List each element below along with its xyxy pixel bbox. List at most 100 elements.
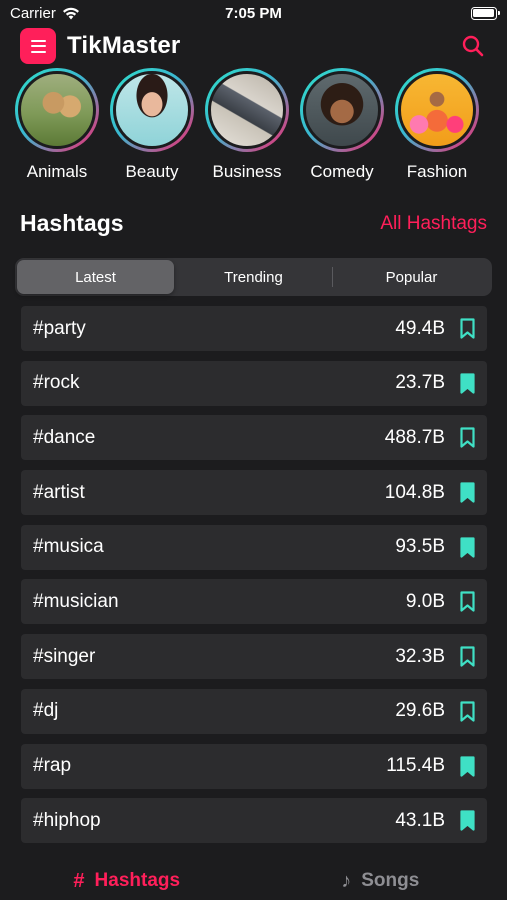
hashtag-row[interactable]: #musician 9.0B [21,579,487,625]
hashtag-row[interactable]: #dance 488.7B [21,415,487,461]
bookmark-button[interactable] [459,810,475,832]
status-bar: Carrier 7:05 PM [0,0,507,26]
bookmark-button[interactable] [459,591,475,613]
category-track: Animals Beauty Business Comedy Fashion [0,68,507,182]
segment-popular[interactable]: Popular [333,260,490,294]
hamburger-icon-line [30,39,46,42]
search-button[interactable] [459,32,487,60]
bookmark-button[interactable] [459,536,475,558]
section-title: Hashtags [20,210,124,236]
tab-bar: # Hashtags ♪ Songs [0,862,507,900]
music-note-icon: ♪ [341,869,352,892]
category-avatar [15,68,99,152]
category-label: Beauty [125,162,179,181]
hashtag-count: 9.0B [405,590,445,612]
hashtag-row[interactable]: #rock 23.7B [21,360,487,406]
tab-label: Hashtags [94,870,181,891]
category-item-animals[interactable]: Animals [15,68,99,182]
hashtag-count: 93.5B [395,536,445,558]
battery-icon [470,6,500,20]
all-hashtags-link[interactable]: All Hashtags [380,213,487,235]
hashtag-name: #hiphop [33,809,101,831]
hash-icon: # [73,869,85,892]
bookmark-icon [459,701,475,722]
bookmark-filled-icon [459,482,475,503]
category-image [18,71,96,149]
category-label: Animals [26,162,88,181]
carrier-label: Carrier [10,4,56,22]
category-item-business[interactable]: Business [205,68,289,182]
bookmark-button[interactable] [459,755,475,777]
bookmark-button[interactable] [459,700,475,722]
bookmark-filled-icon [459,373,475,394]
category-image [303,71,381,149]
menu-button[interactable] [20,28,56,64]
category-label: Business [212,162,282,181]
category-image [113,71,191,149]
category-carousel[interactable]: Animals Beauty Business Comedy Fashion [0,68,507,186]
hashtag-row[interactable]: #rap 115.4B [21,743,487,789]
hashtag-count: 115.4B [386,755,445,776]
tab-label: Songs [361,870,420,891]
bookmark-filled-icon [459,755,475,777]
hashtag-count: 488.7B [384,426,445,448]
category-item-comedy[interactable]: Comedy [300,68,384,182]
tab-songs[interactable]: ♪ Songs [254,862,507,900]
hashtag-count: 104.8B [384,481,445,503]
status-right [377,6,500,20]
category-avatar [205,68,289,152]
bookmark-filled-icon [459,810,475,831]
bookmark-icon [459,318,475,339]
wifi-icon [62,7,79,19]
hashtag-name: #artist [33,481,85,503]
bookmark-button[interactable] [459,318,475,340]
bookmark-icon [459,591,475,613]
segment-latest[interactable]: Latest [17,260,174,294]
bookmark-icon [459,646,475,667]
tab-hashtags[interactable]: # Hashtags [0,862,254,900]
hamburger-icon-line [30,50,46,53]
segment-trending[interactable]: Trending [175,260,332,294]
hashtag-name: #musician [33,590,119,612]
search-icon [462,35,484,57]
category-label: Comedy [310,162,374,181]
category-avatar [300,68,384,152]
category-item-beauty[interactable]: Beauty [110,68,194,182]
status-time: 7:05 PM [225,4,282,22]
app-header: TikMaster [0,26,507,66]
hashtag-list[interactable]: #party 49.4B #rock 23.7B #dance 488.7B #artist… [21,306,487,859]
category-label: Fashion [406,162,468,181]
hashtag-row[interactable]: #dj 29.6B [21,688,487,734]
hashtag-name: #singer [33,645,96,667]
hashtag-count: 23.7B [395,372,445,394]
hashtag-row[interactable]: #musica 93.5B [21,524,487,570]
hashtag-row[interactable]: #artist 104.8B [21,470,487,516]
hashtags-section-header: Hashtags All Hashtags [20,210,487,237]
hashtag-row[interactable]: #hiphop 43.1B [21,798,487,844]
bookmark-icon [459,427,475,448]
bookmark-button[interactable] [459,427,475,449]
hashtag-name: #dance [33,426,96,448]
app-title: TikMaster [67,32,181,59]
category-item-fashion[interactable]: Fashion [395,68,479,182]
hashtag-count: 43.1B [395,809,445,831]
hashtag-name: #musica [33,536,104,558]
bookmark-button[interactable] [459,482,475,504]
segmented-control: Latest Trending Popular [15,258,492,296]
category-image [208,71,286,149]
bookmark-button[interactable] [459,372,475,394]
hashtag-name: #party [33,317,86,339]
hashtag-row[interactable]: #singer 32.3B [21,634,487,680]
status-left: Carrier [10,5,130,22]
hashtag-row[interactable]: #party 49.4B [21,306,487,351]
category-image [398,71,476,149]
hashtag-name: #rap [33,755,72,776]
hashtag-count: 49.4B [395,317,445,339]
hamburger-icon-line [30,45,46,47]
bookmark-button[interactable] [459,646,475,668]
category-avatar [110,68,194,152]
hashtag-name: #dj [33,700,59,722]
hashtag-name: #rock [33,372,80,394]
bookmark-filled-icon [459,537,475,558]
hashtag-count: 32.3B [395,645,445,667]
